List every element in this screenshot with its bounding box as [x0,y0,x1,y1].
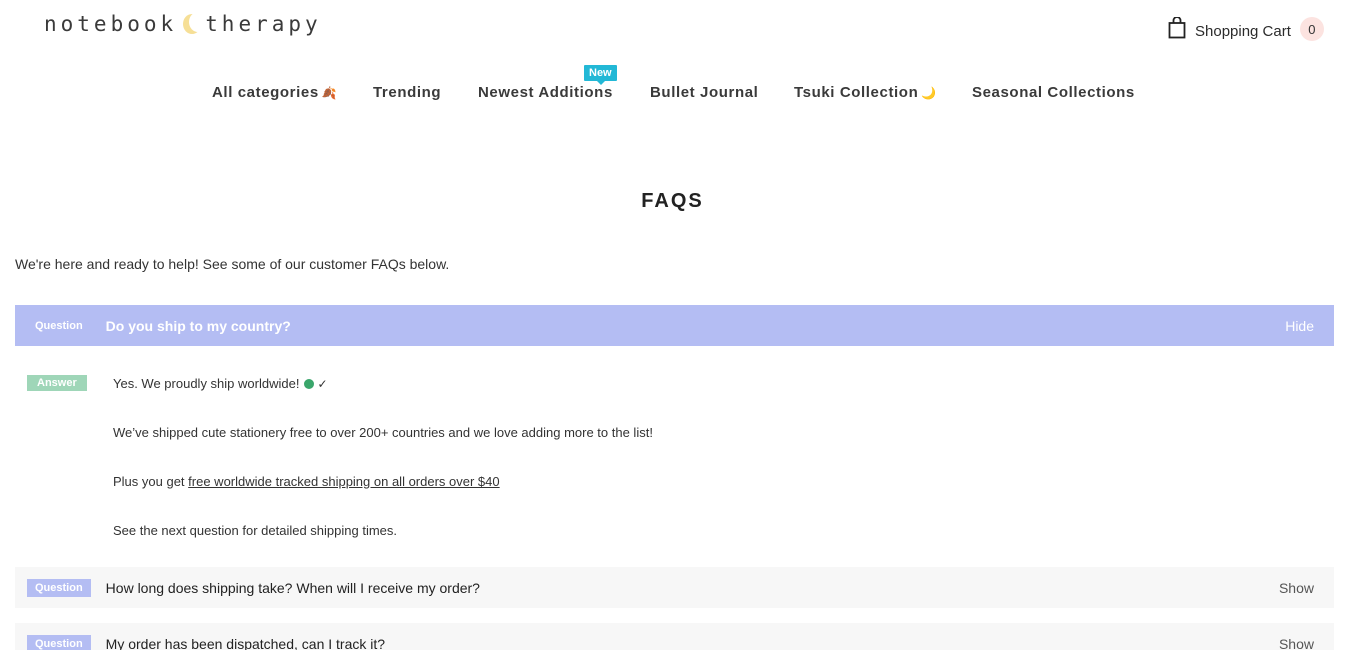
leaf-icon: 🍂 [321,86,338,100]
faq-question-text: Do you ship to my country? [105,317,291,334]
answer-tag: Answer [27,375,87,391]
checkmark-icon: ✓ [317,377,328,391]
site-header: notebook therapy Shopping Cart 0 [0,0,1345,60]
main-navigation: All categories 🍂 Trending Newest Addition… [0,84,1345,108]
faq-question-row[interactable]: Question How long does shipping take? Wh… [15,567,1334,608]
page-title: FAQS [641,190,704,212]
faq-answer-line: We’ve shipped cute stationery free to ov… [113,425,653,440]
faq-show-toggle[interactable]: Show [1279,636,1314,650]
question-tag: Question [27,634,91,650]
nav-item-seasonal-collections[interactable]: Seasonal Collections [972,84,1135,101]
shopping-bag-icon [1168,17,1186,39]
logo-text-left: notebook [44,12,178,36]
logo-text-right: therapy [205,12,322,36]
faq-question-row[interactable]: Question Do you ship to my country? Hide [15,305,1334,346]
new-badge: New [584,65,617,85]
nav-item-label: Trending [373,84,442,101]
faq-show-toggle[interactable]: Show [1279,580,1314,596]
shopping-cart-link[interactable]: Shopping Cart 0 [1168,15,1324,41]
nav-item-all-categories[interactable]: All categories 🍂 [212,84,337,101]
nav-item-trending[interactable]: Trending [373,84,441,101]
shopping-cart-label: Shopping Cart [1195,22,1291,40]
cart-count-badge: 0 [1299,17,1324,41]
nav-item-tsuki-collection[interactable]: Tsuki Collection 🌙 [794,84,937,101]
answer-text: Yes. We proudly ship worldwide! [113,376,300,391]
nav-item-label: Seasonal Collections [972,84,1135,101]
faq-answer-line: Yes. We proudly ship worldwide! ✓ [113,376,328,391]
faq-hide-toggle[interactable]: Hide [1285,318,1314,334]
moon-logo-icon [181,12,208,35]
faq-answer-line: See the next question for detailed shipp… [113,523,398,538]
faq-question-text: How long does shipping take? When will I… [105,579,480,596]
answer-text: Plus you get [113,474,185,489]
site-logo[interactable]: notebook therapy [44,12,322,36]
faq-question-text: My order has been dispatched, can I trac… [105,635,386,650]
nav-item-bullet-journal[interactable]: Bullet Journal [650,84,758,101]
nav-item-label: Newest Additions [478,84,613,101]
nav-item-label: Tsuki Collection [794,84,919,101]
question-tag: Question [35,319,83,332]
nav-item-label: All categories [212,84,319,101]
moon-icon: 🌙 [921,86,937,100]
nav-item-newest-additions[interactable]: Newest Additions [478,84,613,101]
free-shipping-link[interactable]: free worldwide tracked shipping on all o… [188,474,499,489]
nav-item-label: Bullet Journal [650,84,759,101]
faq-answer-line: Plus you get free worldwide tracked ship… [113,474,500,489]
question-tag: Question [27,578,91,597]
page-intro: We're here and ready to help! See some o… [15,256,450,272]
faq-question-row[interactable]: Question My order has been dispatched, c… [15,623,1334,650]
globe-icon [304,379,315,389]
